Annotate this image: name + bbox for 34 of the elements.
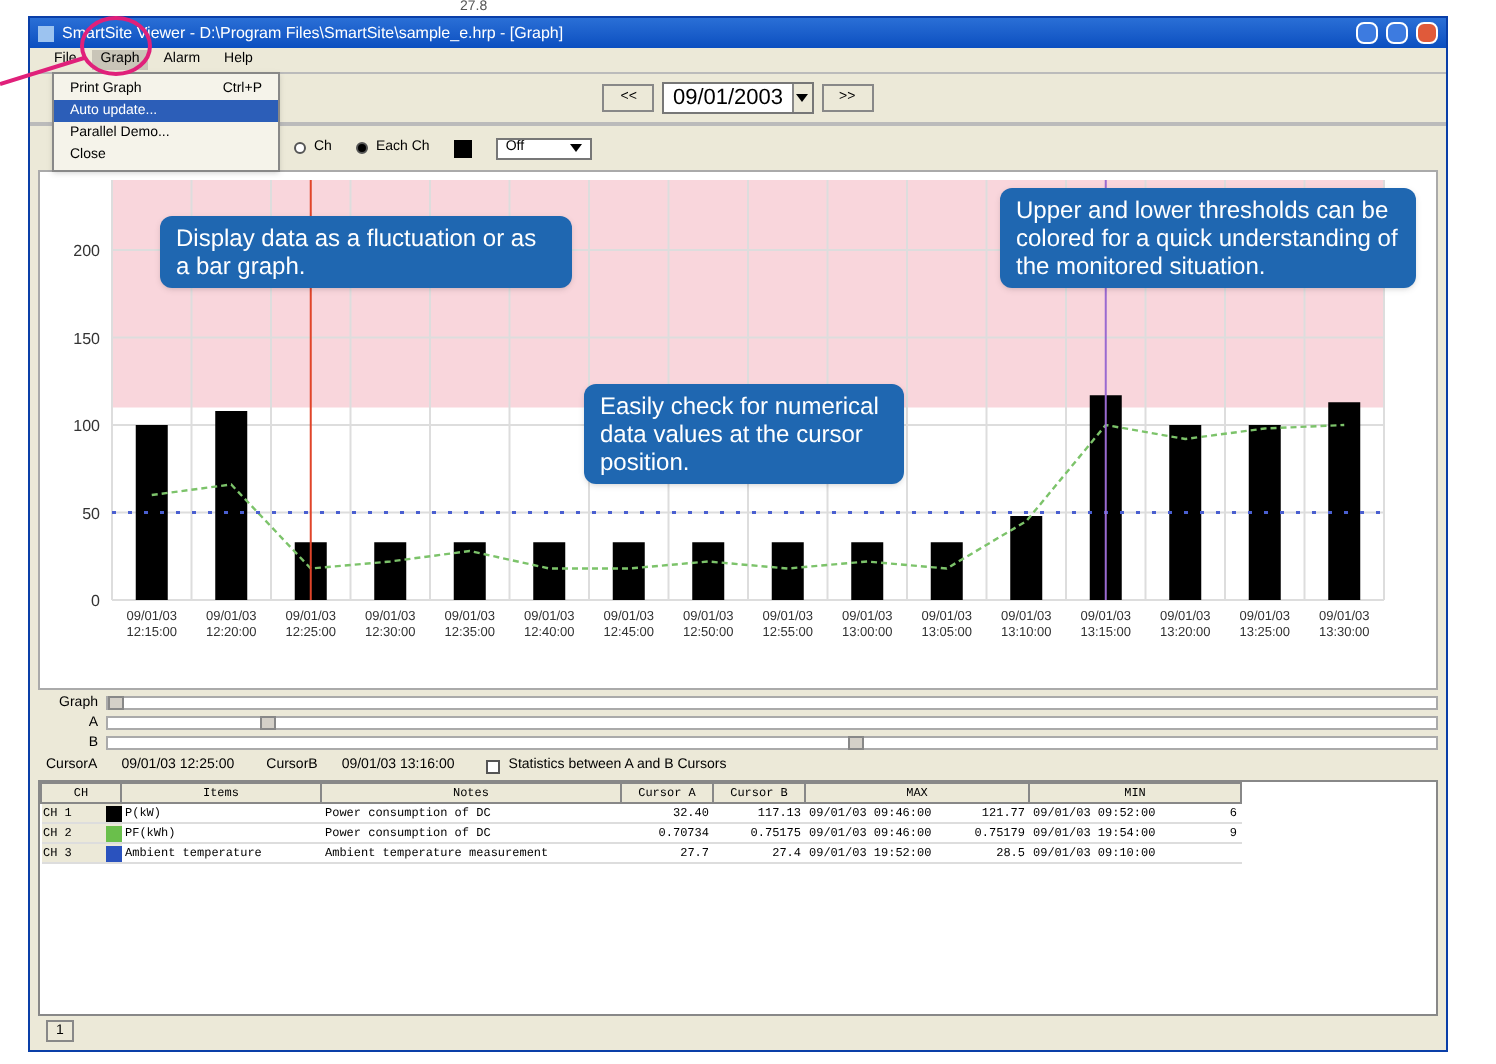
- bar: [930, 542, 963, 600]
- callout: Display data as a fluctuation or as a bar graph.: [160, 216, 572, 288]
- bar: [692, 542, 725, 600]
- bar: [771, 542, 804, 600]
- y-tick-label: 150: [73, 329, 100, 348]
- callout: Upper and lower thresholds can be colored for a quick understanding of the monitored situation.: [1000, 188, 1416, 288]
- slider-thumb[interactable]: [260, 716, 277, 730]
- app-icon: [38, 25, 54, 41]
- slider-track[interactable]: [106, 716, 1438, 730]
- radio-button[interactable]: [294, 142, 306, 154]
- slider-thumb[interactable]: [847, 736, 864, 750]
- bar: [851, 542, 884, 600]
- date-dropdown[interactable]: 09/01/2003: [662, 82, 814, 114]
- slider-track[interactable]: [106, 736, 1438, 750]
- bar: [612, 542, 645, 600]
- y-tick-label: 200: [73, 242, 100, 260]
- bar: [453, 542, 486, 600]
- close-button[interactable]: [1416, 22, 1438, 44]
- maximize-button[interactable]: [1386, 22, 1408, 44]
- slider-thumb[interactable]: [108, 696, 124, 710]
- y-tick-label: 100: [73, 417, 100, 435]
- minimize-button[interactable]: [1356, 22, 1378, 44]
- y-tick-label: 0: [91, 592, 100, 610]
- bar: [533, 542, 566, 600]
- slider-track[interactable]: [106, 696, 1438, 710]
- bar: [374, 542, 407, 600]
- radio-button[interactable]: [355, 142, 368, 154]
- bar: [1010, 516, 1043, 600]
- y-tick-label: 50: [82, 504, 100, 523]
- callout: Easily check for numerical data values at the cursor position.: [584, 384, 904, 484]
- color-swatch[interactable]: [453, 139, 472, 157]
- dropdown-arrow-icon: [569, 144, 582, 152]
- dropdown-arrow-icon: [796, 94, 809, 102]
- checkbox[interactable]: [486, 759, 501, 773]
